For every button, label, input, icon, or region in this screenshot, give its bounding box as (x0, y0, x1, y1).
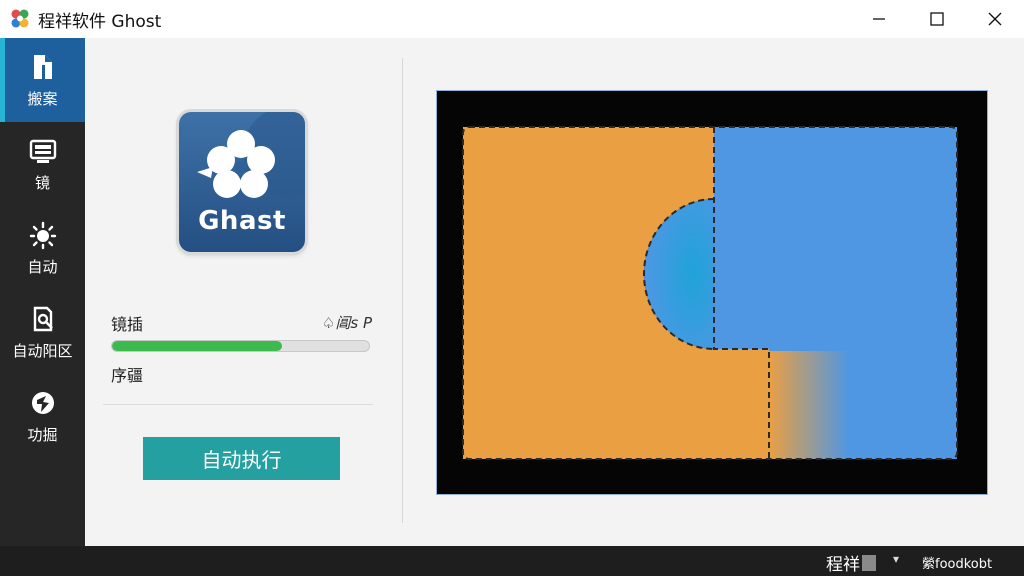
auto-run-button[interactable]: 自动执行 (143, 437, 340, 480)
minimize-icon (873, 18, 885, 20)
lock-search-icon (33, 306, 53, 331)
monitor-icon (29, 139, 56, 163)
status-language[interactable]: 程祥 (826, 550, 876, 575)
sidebar-item-label: 自动阳区 (12, 341, 73, 360)
window-title: 程祥软件 Ghost (38, 11, 162, 32)
sidebar-item-auto-region[interactable]: 自动阳区 (0, 290, 85, 374)
sub-label: 序疆 (111, 366, 144, 385)
logo-text: Ghast (198, 206, 286, 236)
sidebar-item-label: 自动 (27, 257, 58, 276)
close-icon (988, 12, 1002, 26)
sidebar-item-function[interactable]: 功掘 (0, 374, 85, 458)
sidebar-item-label: 搬案 (27, 89, 58, 108)
sidebar-item-mirror[interactable]: 镜 (0, 122, 85, 206)
partition-map (462, 126, 958, 460)
panel-divider (402, 58, 403, 523)
sidebar-item-label: 镜 (34, 173, 50, 192)
progress-status: ♤阊s P (321, 314, 372, 332)
minimize-button[interactable] (850, 0, 908, 38)
sun-gear-icon (29, 221, 56, 249)
sidebar-item-label: 功掘 (27, 425, 58, 444)
sidebar: 搬案 镜 自动 自动阳区 功掘 (0, 38, 85, 546)
window-controls (850, 0, 1024, 38)
sidebar-item-auto[interactable]: 自动 (0, 206, 85, 290)
status-right-text: 縈foodkobt (922, 557, 993, 572)
shield-icon (31, 391, 54, 414)
progress-bar (111, 340, 370, 352)
title-bar: 程祥软件 Ghost (0, 0, 1024, 38)
maximize-button[interactable] (908, 0, 966, 38)
main-panel: Ghast 镜插 ♤阊s P 序疆 自动执行 (85, 38, 1024, 546)
divider (103, 404, 373, 405)
ghost-logo: Ghast (179, 112, 305, 252)
progress-label: 镜插 (111, 315, 144, 334)
file-icon (33, 54, 52, 79)
app-logo-icon (11, 9, 29, 28)
partition-transition (769, 351, 849, 459)
close-button[interactable] (966, 0, 1024, 38)
sidebar-item-archive[interactable]: 搬案 (0, 38, 85, 122)
status-bar: 程祥 ▾ 縈foodkobt (0, 546, 1024, 576)
status-chip-icon (862, 554, 876, 571)
partition-preview (436, 90, 988, 495)
status-left-text: 程祥 (826, 555, 860, 575)
chevron-down-icon[interactable]: ▾ (893, 552, 899, 566)
progress-fill (112, 341, 282, 351)
maximize-icon (930, 12, 944, 26)
